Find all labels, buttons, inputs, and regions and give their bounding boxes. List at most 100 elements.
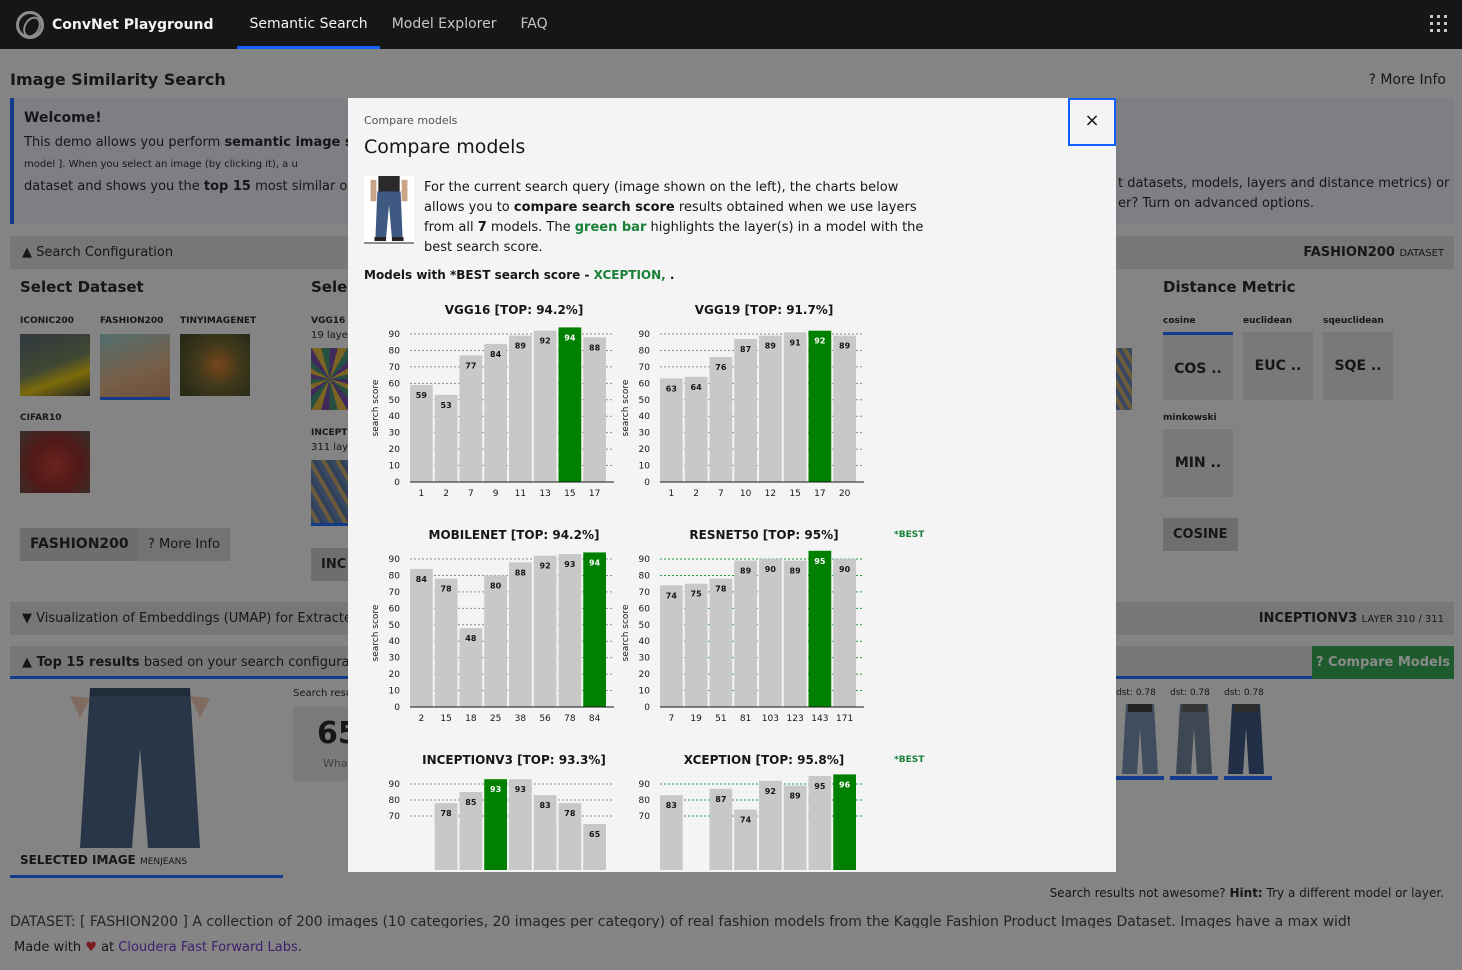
bar-value-label: 85 [465,798,477,807]
y-tick-label: 0 [394,478,400,488]
bar[interactable] [533,555,557,707]
chart-title: MOBILENET [TOP: 94.2%] [429,528,600,542]
y-axis-label: search score [621,604,631,661]
bar[interactable] [558,554,582,707]
y-tick-label: 80 [389,796,401,806]
chart-svg-1: VGG19 [TOP: 91.7%] 0 10 20 30 40 50 60 70 80 90 63 1… [621,303,864,499]
bar[interactable] [833,335,856,482]
bar-value-label: 76 [715,363,727,372]
y-tick-label: 40 [389,412,401,422]
query-jeans-image [364,176,414,244]
app-switcher-icon[interactable] [1430,15,1448,33]
y-tick-label: 30 [389,654,401,664]
y-tick-label: 50 [639,621,651,631]
bar-value-label: 89 [765,342,777,351]
x-axis-label: layer (index) [480,727,544,738]
chart-2: MOBILENET [TOP: 94.2%] 0 10 20 30 40 50 60 70 80 9… [364,523,614,723]
bar[interactable] [509,562,532,707]
tab-faq[interactable]: FAQ [508,0,559,49]
brand[interactable]: ConvNet Playground [16,10,214,39]
bar[interactable] [558,327,582,482]
bar[interactable] [808,550,832,707]
y-tick-label: 20 [639,670,651,680]
bar[interactable] [660,378,683,482]
x-tick-label: 15 [789,489,800,499]
y-tick-label: 50 [639,396,651,406]
x-tick-label: 81 [740,714,751,724]
bar[interactable] [684,583,708,707]
bar-value-label: 94 [589,558,601,567]
y-axis-label: search score [371,379,381,436]
bar[interactable] [583,552,606,707]
bar-value-label: 89 [790,567,802,576]
x-tick-label: 2 [693,489,699,499]
tab-model-explorer[interactable]: Model Explorer [380,0,509,49]
y-tick-label: 30 [389,429,401,439]
x-tick-label: 171 [836,714,853,724]
best-model-name: XCEPTION, [593,268,666,282]
bar-value-label: 89 [839,342,851,351]
x-tick-label: 143 [811,714,828,724]
close-icon[interactable]: × [1068,98,1116,146]
bar[interactable] [833,559,856,707]
y-tick-label: 50 [389,396,401,406]
bar[interactable] [709,357,733,482]
y-tick-label: 90 [389,330,401,340]
x-axis-label: layer (index) [480,502,544,513]
y-tick-label: 80 [389,571,401,581]
y-tick-label: 10 [389,687,401,697]
compare-models-modal: Compare models Compare models × For the … [348,98,1116,872]
y-axis-label: search score [621,379,631,436]
modal-label: Compare models [364,114,458,127]
x-tick-label: 7 [669,714,675,724]
bar[interactable] [684,376,708,482]
bar-value-label: 83 [666,801,677,810]
bar[interactable] [759,335,782,482]
bar-value-label: 63 [666,384,677,393]
y-tick-label: 20 [389,445,401,455]
chart-title: RESNET50 [TOP: 95%] [689,528,838,542]
y-tick-label: 90 [639,330,651,340]
x-tick-label: 123 [787,714,804,724]
bar[interactable] [759,559,782,707]
x-tick-label: 56 [539,714,551,724]
bar-value-label: 83 [540,801,551,810]
bar-value-label: 87 [715,795,726,804]
bar[interactable] [660,585,683,707]
bar[interactable] [808,330,832,482]
bar-value-label: 92 [765,787,776,796]
x-tick-label: 15 [440,714,451,724]
y-tick-label: 90 [389,555,401,565]
bar-value-label: 93 [515,785,526,794]
bar[interactable] [734,560,757,707]
bar-value-label: 64 [691,383,703,392]
bar[interactable] [434,578,458,707]
bar[interactable] [709,578,733,707]
bar[interactable] [410,568,433,707]
x-tick-label: 15 [564,489,575,499]
bar[interactable] [783,332,807,482]
bar[interactable] [583,337,606,482]
x-tick-label: 38 [515,714,527,724]
bar[interactable] [484,575,507,707]
best-model-line: Models with *BEST search score - XCEPTIO… [364,268,674,282]
bar[interactable] [533,330,557,482]
x-tick-label: 1 [419,489,425,499]
bar[interactable] [459,355,483,482]
bar[interactable] [734,338,757,482]
y-tick-label: 60 [389,604,401,614]
bar-value-label: 59 [416,391,428,400]
bar-value-label: 78 [564,809,576,818]
bar-value-label: 96 [839,780,851,789]
tab-semantic-search[interactable]: Semantic Search [237,0,380,49]
bar[interactable] [484,343,507,482]
x-tick-label: 17 [814,489,825,499]
y-tick-label: 0 [644,478,650,488]
bar-value-label: 89 [515,342,527,351]
chart-best-tag: *BEST [894,530,925,540]
chart-5: XCEPTION [TOP: 95.8%] *BEST 70 80 90 83 87 74 92… [614,748,925,872]
brand-name: ConvNet Playground [52,16,214,33]
y-tick-label: 80 [639,346,651,356]
bar[interactable] [783,560,807,707]
bar[interactable] [509,335,532,482]
